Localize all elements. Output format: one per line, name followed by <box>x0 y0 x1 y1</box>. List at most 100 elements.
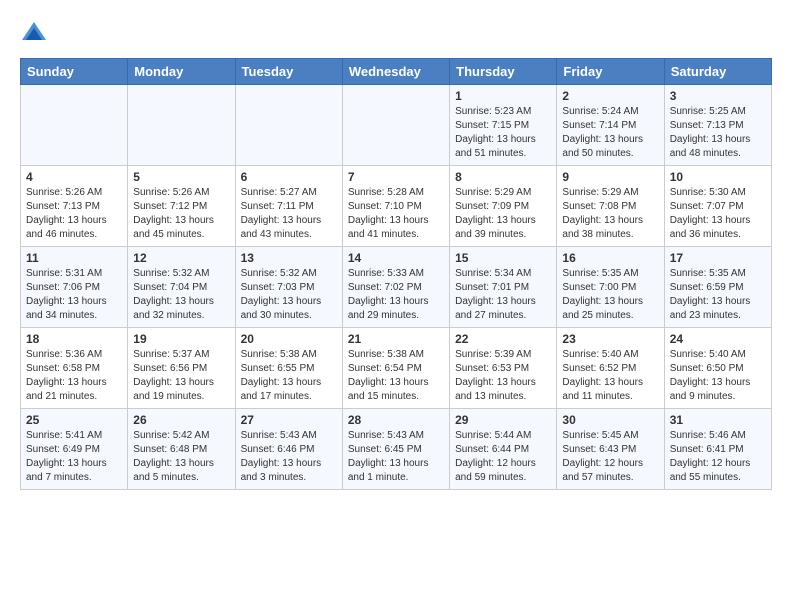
day-number: 5 <box>133 170 229 184</box>
day-number: 20 <box>241 332 337 346</box>
calendar-day-5: 5 Sunrise: 5:26 AMSunset: 7:12 PMDaylight… <box>128 166 235 247</box>
day-number: 26 <box>133 413 229 427</box>
day-info: Sunrise: 5:33 AMSunset: 7:02 PMDaylight:… <box>348 267 444 323</box>
calendar-day-2: 2 Sunrise: 5:24 AMSunset: 7:14 PMDaylight… <box>557 85 664 166</box>
day-number: 27 <box>241 413 337 427</box>
day-number: 11 <box>26 251 122 265</box>
day-number: 3 <box>670 89 766 103</box>
calendar-day-22: 22Sunrise: 5:39 AMSunset: 6:53 PMDayligh… <box>450 328 557 409</box>
header-day-friday: Friday <box>557 59 664 85</box>
day-number: 2 <box>562 89 658 103</box>
day-number: 30 <box>562 413 658 427</box>
day-info: Sunrise: 5:35 AMSunset: 6:59 PMDaylight:… <box>670 267 766 323</box>
day-info: Sunrise: 5:32 AMSunset: 7:04 PMDaylight:… <box>133 267 229 323</box>
header-day-saturday: Saturday <box>664 59 771 85</box>
header-day-thursday: Thursday <box>450 59 557 85</box>
calendar-day-8: 8 Sunrise: 5:29 AMSunset: 7:09 PMDaylight… <box>450 166 557 247</box>
calendar-day-19: 19 Sunrise: 5:37 AMSunset: 6:56 PMDayligh… <box>128 328 235 409</box>
calendar-day-21: 21 Sunrise: 5:38 AMSunset: 6:54 PMDayligh… <box>342 328 449 409</box>
day-number: 6 <box>241 170 337 184</box>
header-day-monday: Monday <box>128 59 235 85</box>
day-info: Sunrise: 5:42 AMSunset: 6:48 PMDaylight:… <box>133 429 229 485</box>
day-info: Sunrise: 5:26 AMSunset: 7:12 PMDaylight:… <box>133 186 229 242</box>
day-info: Sunrise: 5:27 AMSunset: 7:11 PMDaylight:… <box>241 186 337 242</box>
calendar-day-25: 25Sunrise: 5:41 AMSunset: 6:49 PMDayligh… <box>21 409 128 490</box>
calendar-day-15: 15Sunrise: 5:34 AMSunset: 7:01 PMDayligh… <box>450 247 557 328</box>
day-info: Sunrise: 5:43 AMSunset: 6:45 PMDaylight:… <box>348 429 444 485</box>
day-info: Sunrise: 5:38 AMSunset: 6:55 PMDaylight:… <box>241 348 337 404</box>
calendar-day-28: 28Sunrise: 5:43 AMSunset: 6:45 PMDayligh… <box>342 409 449 490</box>
day-number: 7 <box>348 170 444 184</box>
day-number: 12 <box>133 251 229 265</box>
calendar-day-17: 17Sunrise: 5:35 AMSunset: 6:59 PMDayligh… <box>664 247 771 328</box>
day-info: Sunrise: 5:26 AMSunset: 7:13 PMDaylight:… <box>26 186 122 242</box>
logo <box>20 20 52 48</box>
calendar-week-3: 11 Sunrise: 5:31 AMSunset: 7:06 PMDayligh… <box>21 247 772 328</box>
header-day-tuesday: Tuesday <box>235 59 342 85</box>
calendar-day-14: 14 Sunrise: 5:33 AMSunset: 7:02 PMDayligh… <box>342 247 449 328</box>
empty-cell <box>21 85 128 166</box>
day-info: Sunrise: 5:31 AMSunset: 7:06 PMDaylight:… <box>26 267 122 323</box>
calendar-day-30: 30 Sunrise: 5:45 AMSunset: 6:43 PMDayligh… <box>557 409 664 490</box>
calendar-day-10: 10 Sunrise: 5:30 AMSunset: 7:07 PMDayligh… <box>664 166 771 247</box>
calendar-day-7: 7 Sunrise: 5:28 AMSunset: 7:10 PMDaylight… <box>342 166 449 247</box>
day-info: Sunrise: 5:40 AMSunset: 6:50 PMDaylight:… <box>670 348 766 404</box>
calendar-day-3: 3 Sunrise: 5:25 AMSunset: 7:13 PMDaylight… <box>664 85 771 166</box>
calendar-day-6: 6 Sunrise: 5:27 AMSunset: 7:11 PMDaylight… <box>235 166 342 247</box>
day-info: Sunrise: 5:24 AMSunset: 7:14 PMDaylight:… <box>562 105 658 161</box>
day-info: Sunrise: 5:37 AMSunset: 6:56 PMDaylight:… <box>133 348 229 404</box>
day-number: 31 <box>670 413 766 427</box>
day-number: 16 <box>562 251 658 265</box>
day-number: 21 <box>348 332 444 346</box>
calendar-day-1: 1 Sunrise: 5:23 AMSunset: 7:15 PMDaylight… <box>450 85 557 166</box>
day-info: Sunrise: 5:44 AMSunset: 6:44 PMDaylight:… <box>455 429 551 485</box>
empty-cell <box>342 85 449 166</box>
day-info: Sunrise: 5:28 AMSunset: 7:10 PMDaylight:… <box>348 186 444 242</box>
day-info: Sunrise: 5:25 AMSunset: 7:13 PMDaylight:… <box>670 105 766 161</box>
day-info: Sunrise: 5:43 AMSunset: 6:46 PMDaylight:… <box>241 429 337 485</box>
day-info: Sunrise: 5:29 AMSunset: 7:09 PMDaylight:… <box>455 186 551 242</box>
day-number: 8 <box>455 170 551 184</box>
day-info: Sunrise: 5:30 AMSunset: 7:07 PMDaylight:… <box>670 186 766 242</box>
day-number: 1 <box>455 89 551 103</box>
day-info: Sunrise: 5:34 AMSunset: 7:01 PMDaylight:… <box>455 267 551 323</box>
calendar-day-24: 24 Sunrise: 5:40 AMSunset: 6:50 PMDayligh… <box>664 328 771 409</box>
day-number: 10 <box>670 170 766 184</box>
day-number: 13 <box>241 251 337 265</box>
day-info: Sunrise: 5:29 AMSunset: 7:08 PMDaylight:… <box>562 186 658 242</box>
day-info: Sunrise: 5:38 AMSunset: 6:54 PMDaylight:… <box>348 348 444 404</box>
day-number: 29 <box>455 413 551 427</box>
calendar-table: SundayMondayTuesdayWednesdayThursdayFrid… <box>20 58 772 490</box>
page-header <box>20 20 772 48</box>
calendar-day-12: 12 Sunrise: 5:32 AMSunset: 7:04 PMDayligh… <box>128 247 235 328</box>
empty-cell <box>235 85 342 166</box>
day-info: Sunrise: 5:45 AMSunset: 6:43 PMDaylight:… <box>562 429 658 485</box>
day-number: 25 <box>26 413 122 427</box>
day-number: 18 <box>26 332 122 346</box>
day-info: Sunrise: 5:23 AMSunset: 7:15 PMDaylight:… <box>455 105 551 161</box>
calendar-day-31: 31Sunrise: 5:46 AMSunset: 6:41 PMDayligh… <box>664 409 771 490</box>
day-info: Sunrise: 5:35 AMSunset: 7:00 PMDaylight:… <box>562 267 658 323</box>
logo-icon <box>20 20 48 48</box>
day-number: 22 <box>455 332 551 346</box>
calendar-week-2: 4 Sunrise: 5:26 AMSunset: 7:13 PMDaylight… <box>21 166 772 247</box>
calendar-day-9: 9 Sunrise: 5:29 AMSunset: 7:08 PMDaylight… <box>557 166 664 247</box>
day-info: Sunrise: 5:40 AMSunset: 6:52 PMDaylight:… <box>562 348 658 404</box>
day-number: 14 <box>348 251 444 265</box>
calendar-day-23: 23 Sunrise: 5:40 AMSunset: 6:52 PMDayligh… <box>557 328 664 409</box>
calendar-day-26: 26 Sunrise: 5:42 AMSunset: 6:48 PMDayligh… <box>128 409 235 490</box>
calendar-day-20: 20 Sunrise: 5:38 AMSunset: 6:55 PMDayligh… <box>235 328 342 409</box>
calendar-day-18: 18Sunrise: 5:36 AMSunset: 6:58 PMDayligh… <box>21 328 128 409</box>
calendar-week-4: 18Sunrise: 5:36 AMSunset: 6:58 PMDayligh… <box>21 328 772 409</box>
calendar-week-1: 1 Sunrise: 5:23 AMSunset: 7:15 PMDaylight… <box>21 85 772 166</box>
day-number: 19 <box>133 332 229 346</box>
day-number: 23 <box>562 332 658 346</box>
calendar-day-27: 27 Sunrise: 5:43 AMSunset: 6:46 PMDayligh… <box>235 409 342 490</box>
header-day-sunday: Sunday <box>21 59 128 85</box>
calendar-day-13: 13Sunrise: 5:32 AMSunset: 7:03 PMDayligh… <box>235 247 342 328</box>
calendar-day-29: 29 Sunrise: 5:44 AMSunset: 6:44 PMDayligh… <box>450 409 557 490</box>
day-number: 9 <box>562 170 658 184</box>
day-number: 24 <box>670 332 766 346</box>
empty-cell <box>128 85 235 166</box>
day-number: 4 <box>26 170 122 184</box>
